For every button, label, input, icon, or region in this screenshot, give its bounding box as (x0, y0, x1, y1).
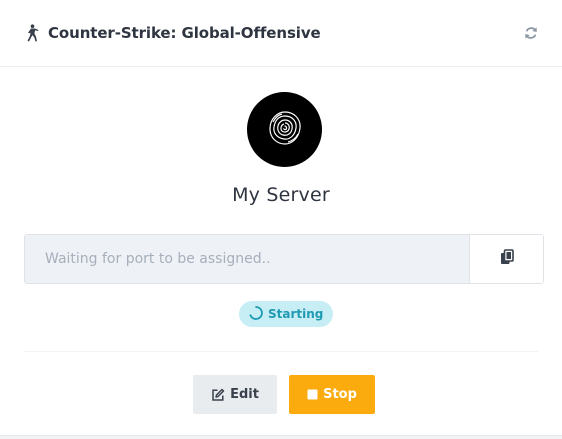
refresh-icon[interactable] (520, 22, 542, 44)
server-card: Counter-Strike: Global-Offensive My Serv (0, 0, 562, 436)
stop-button[interactable]: Stop (289, 375, 375, 414)
server-avatar (247, 92, 322, 167)
edit-icon (211, 388, 225, 402)
spinner-icon (248, 305, 264, 324)
server-address-group (24, 234, 544, 284)
counter-strike-soldier-icon (26, 23, 42, 43)
copy-icon (500, 249, 514, 269)
copy-address-button[interactable] (470, 235, 543, 283)
edit-button[interactable]: Edit (193, 375, 277, 414)
divider (24, 351, 538, 352)
status-badge: Starting (239, 301, 334, 327)
card-header: Counter-Strike: Global-Offensive (0, 0, 562, 67)
rose-icon (265, 108, 305, 152)
stop-label: Stop (323, 387, 357, 402)
stop-icon (307, 389, 318, 400)
game-title: Counter-Strike: Global-Offensive (48, 24, 321, 42)
edit-label: Edit (230, 387, 259, 402)
server-address-input[interactable] (25, 235, 470, 283)
server-name: My Server (232, 184, 330, 206)
status-label: Starting (268, 307, 324, 321)
